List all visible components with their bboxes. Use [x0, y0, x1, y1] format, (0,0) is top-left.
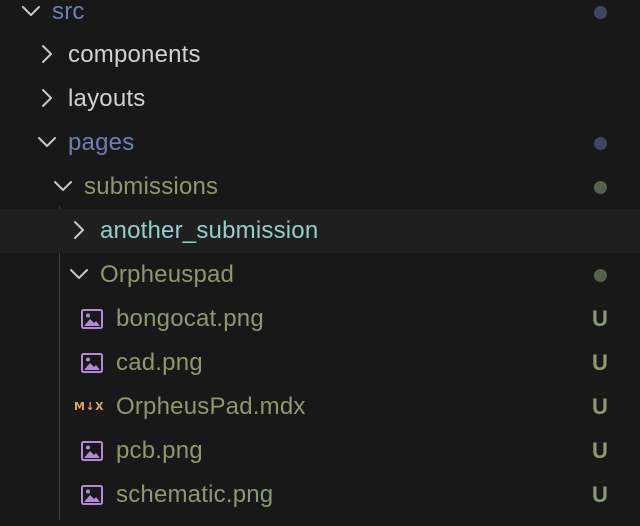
tree-item-submissions[interactable]: submissions [0, 165, 640, 209]
tree-item-label: schematic.png [116, 481, 274, 508]
image-file-icon [80, 439, 104, 463]
modified-indicator-dot [594, 6, 607, 19]
tree-item-file[interactable]: pcb.png U [0, 429, 640, 473]
tree-item-label: pcb.png [116, 437, 203, 464]
tree-item-pages[interactable]: pages [0, 121, 640, 165]
tree-item-label: components [68, 41, 201, 68]
tree-item-orpheuspad[interactable]: Orpheuspad [0, 253, 640, 297]
chevron-right-icon [68, 209, 90, 253]
chevron-down-icon [52, 165, 74, 209]
untracked-indicator-dot [594, 181, 607, 194]
chevron-down-icon [20, 0, 42, 34]
image-file-icon [80, 307, 104, 331]
chevron-right-icon [36, 77, 58, 121]
tree-item-label: layouts [68, 85, 146, 112]
tree-item-label: another_submission [100, 217, 319, 244]
untracked-status-badge: U [592, 394, 609, 419]
untracked-status-badge: U [592, 350, 609, 375]
chevron-down-icon [36, 121, 58, 165]
file-explorer-tree: src components layouts pages submissions [0, 0, 640, 526]
image-file-icon [80, 483, 104, 507]
tree-item-label: pages [68, 129, 135, 156]
tree-item-label: cad.png [116, 349, 203, 376]
untracked-indicator-dot [594, 269, 607, 282]
tree-item-another-submission[interactable]: another_submission [0, 209, 640, 253]
tree-item-label: submissions [84, 173, 219, 200]
modified-indicator-dot [594, 137, 607, 150]
chevron-down-icon [68, 253, 90, 297]
tree-item-label: bongocat.png [116, 305, 264, 332]
tree-item-components[interactable]: components [0, 33, 640, 77]
tree-item-label: OrpheusPad.mdx [116, 393, 306, 420]
untracked-status-badge: U [592, 306, 609, 331]
tree-item-label: Orpheuspad [100, 261, 235, 288]
tree-item-src[interactable]: src [0, 0, 640, 34]
image-file-icon [80, 351, 104, 375]
tree-item-label: src [52, 0, 85, 25]
untracked-status-badge: U [592, 482, 609, 507]
tree-item-layouts[interactable]: layouts [0, 77, 640, 121]
mdx-file-icon: M↓X [74, 400, 105, 413]
untracked-status-badge: U [592, 438, 609, 463]
tree-item-file[interactable]: M↓X OrpheusPad.mdx U [0, 385, 640, 429]
tree-item-file[interactable]: bongocat.png U [0, 297, 640, 341]
chevron-right-icon [36, 33, 58, 77]
tree-item-file[interactable]: schematic.png U [0, 473, 640, 517]
tree-item-file[interactable]: cad.png U [0, 341, 640, 385]
